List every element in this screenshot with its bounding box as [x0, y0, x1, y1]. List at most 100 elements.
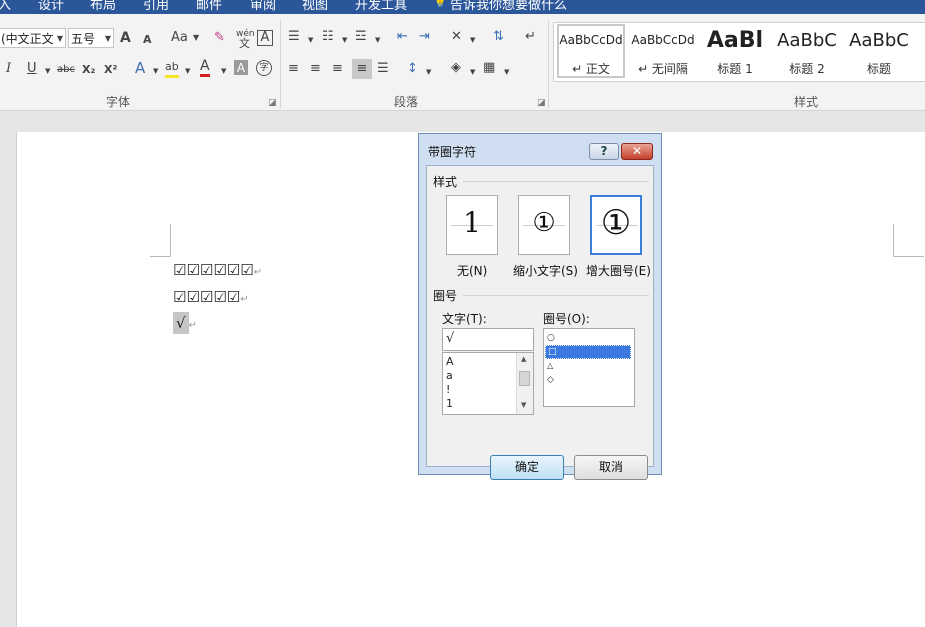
- shading-icon[interactable]: ◈: [451, 60, 461, 76]
- dialog-launcher-icon[interactable]: ◪: [537, 98, 546, 108]
- show-marks-icon[interactable]: ↵: [525, 29, 536, 45]
- style-heading-2[interactable]: AaBbC 标题 2: [772, 23, 842, 79]
- chevron-down-icon[interactable]: ▼: [470, 64, 475, 80]
- document-line[interactable]: ☑☑☑☑☑☑↵: [173, 261, 262, 279]
- chevron-down-icon[interactable]: ▼: [308, 32, 313, 48]
- superscript-button[interactable]: X²: [104, 62, 117, 78]
- shrink-font-icon[interactable]: A: [143, 32, 152, 48]
- lightbulb-icon: 💡: [432, 0, 449, 9]
- highlight-color-icon[interactable]: ab: [165, 59, 179, 78]
- scroll-down-icon[interactable]: ▼: [521, 401, 526, 409]
- strikethrough-button[interactable]: abc: [57, 62, 75, 78]
- justify-icon[interactable]: ≡: [352, 59, 372, 79]
- line-spacing-icon[interactable]: ↕: [407, 61, 418, 77]
- option-glyph: 1: [463, 206, 481, 239]
- multilevel-list-icon[interactable]: ☲: [355, 29, 367, 45]
- help-button[interactable]: ?: [589, 143, 619, 160]
- style-option-shrink-text[interactable]: ①: [518, 195, 570, 255]
- align-left-icon[interactable]: ≡: [288, 61, 299, 77]
- cancel-button[interactable]: 取消: [574, 455, 648, 480]
- list-item[interactable]: A: [446, 355, 454, 369]
- grow-font-icon[interactable]: A: [120, 30, 131, 46]
- decrease-indent-icon[interactable]: ⇤: [397, 29, 408, 45]
- chinese-layout-icon[interactable]: ✕: [451, 29, 462, 45]
- sort-icon[interactable]: ⇅: [493, 29, 504, 45]
- dialog-launcher-icon[interactable]: ◪: [268, 98, 277, 108]
- borders-icon[interactable]: ▦: [483, 60, 495, 76]
- font-size-combo[interactable]: 五号 ▼: [68, 28, 114, 48]
- numbering-icon[interactable]: ☷: [322, 29, 334, 45]
- chevron-down-icon[interactable]: ▼: [221, 63, 226, 79]
- clear-formatting-icon[interactable]: ✎: [214, 30, 225, 46]
- align-right-icon[interactable]: ≡: [332, 61, 343, 77]
- align-center-icon[interactable]: ≡: [310, 61, 321, 77]
- enclosure-list[interactable]: ○ □ △ ◇: [543, 328, 635, 407]
- text-list[interactable]: A a ! 1 ▲ ▼: [442, 352, 534, 415]
- distributed-icon[interactable]: ☰: [377, 61, 389, 77]
- document-line[interactable]: ☑☑☑☑☑↵: [173, 288, 249, 306]
- font-color-icon[interactable]: A: [200, 58, 210, 77]
- subscript-button[interactable]: X₂: [82, 62, 95, 78]
- option-glyph: ①: [532, 208, 556, 238]
- tell-me-box[interactable]: 告诉我你想要做什么: [450, 0, 567, 13]
- document-line[interactable]: √ ↵: [173, 312, 197, 334]
- font-name-combo[interactable]: (中文正文 ▼: [0, 28, 66, 48]
- chevron-down-icon[interactable]: ▼: [504, 64, 509, 80]
- tab-insert[interactable]: 入: [0, 0, 11, 13]
- tab-review[interactable]: 审阅: [250, 0, 276, 13]
- style-preview: AaBbCcDd: [631, 33, 695, 47]
- list-item[interactable]: !: [446, 383, 450, 397]
- bullets-icon[interactable]: ☰: [288, 29, 300, 45]
- list-item[interactable]: a: [446, 369, 453, 383]
- paragraph-group-label: 段落: [394, 95, 419, 109]
- group-divider: [280, 20, 281, 108]
- underline-button[interactable]: U: [27, 61, 37, 77]
- increase-indent-icon[interactable]: ⇥: [419, 29, 430, 45]
- style-normal[interactable]: AaBbCcDd ↵ 正文: [556, 23, 626, 79]
- scrollbar-thumb[interactable]: [519, 371, 530, 386]
- close-button[interactable]: ✕: [621, 143, 653, 160]
- tab-mailings[interactable]: 邮件: [196, 0, 222, 13]
- tab-layout[interactable]: 布局: [90, 0, 116, 13]
- text-input[interactable]: √: [442, 328, 534, 351]
- enclosure-section-label: 圈号: [433, 289, 458, 303]
- chevron-down-icon[interactable]: ▼: [426, 64, 431, 80]
- chevron-down-icon[interactable]: ▼: [470, 32, 475, 48]
- enclose-characters-icon[interactable]: 字: [256, 60, 272, 76]
- list-item[interactable]: ◇: [547, 373, 554, 387]
- list-item[interactable]: △: [547, 359, 553, 373]
- chevron-down-icon[interactable]: ▼: [153, 63, 158, 79]
- list-item-selected[interactable]: □: [545, 345, 631, 359]
- ok-button[interactable]: 确定: [490, 455, 564, 480]
- style-heading-1[interactable]: AaBl 标题 1: [700, 23, 770, 79]
- dialog-title: 带圈字符: [428, 145, 477, 159]
- line-text: ☑☑☑☑☑: [173, 288, 241, 306]
- list-item[interactable]: 1: [446, 397, 453, 411]
- style-no-spacing[interactable]: AaBbCcDd ↵ 无间隔: [628, 23, 698, 79]
- character-border-icon[interactable]: A: [257, 30, 273, 46]
- scrollbar[interactable]: ▲ ▼: [516, 353, 533, 414]
- font-size-value: 五号: [71, 32, 96, 46]
- scroll-up-icon[interactable]: ▲: [521, 355, 526, 363]
- chevron-down-icon[interactable]: ▼: [375, 32, 380, 48]
- section-divider: [463, 295, 649, 296]
- chevron-down-icon[interactable]: ▼: [193, 30, 199, 46]
- style-title[interactable]: AaBbC 标题: [844, 23, 914, 79]
- chevron-down-icon[interactable]: ▼: [342, 32, 347, 48]
- chevron-down-icon[interactable]: ▼: [185, 63, 190, 79]
- character-shading-icon[interactable]: A: [234, 60, 248, 75]
- tab-developer[interactable]: 开发工具: [355, 0, 407, 13]
- style-preview: AaBbCcDd: [559, 33, 623, 47]
- phonetic-char: 文: [239, 37, 250, 50]
- style-name: 标题 2: [789, 62, 825, 76]
- chevron-down-icon[interactable]: ▼: [45, 63, 50, 79]
- tab-design[interactable]: 设计: [38, 0, 64, 13]
- tab-references[interactable]: 引用: [143, 0, 169, 13]
- style-option-none[interactable]: 1: [446, 195, 498, 255]
- change-case-icon[interactable]: Aa: [171, 30, 188, 46]
- tab-view[interactable]: 视图: [302, 0, 328, 13]
- italic-button[interactable]: I: [6, 61, 11, 77]
- list-item[interactable]: ○: [547, 331, 555, 345]
- text-effects-icon[interactable]: A: [135, 60, 145, 76]
- style-option-enlarge-symbol[interactable]: ①: [590, 195, 642, 255]
